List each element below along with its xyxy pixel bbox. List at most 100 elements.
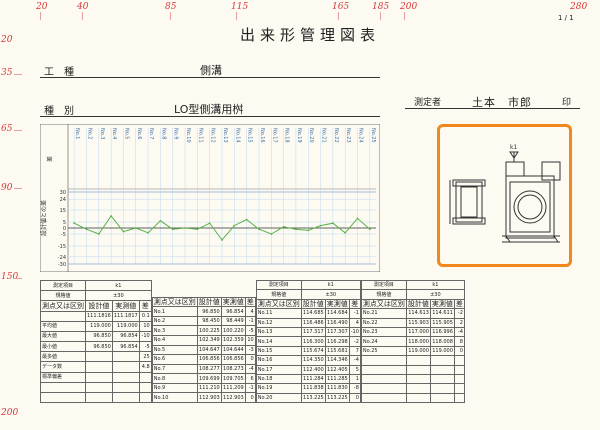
chart-category-label: No.2 — [86, 128, 92, 139]
chart-point — [344, 231, 347, 234]
main-section-drawing — [502, 151, 561, 243]
chart-category-label: No.8 — [160, 128, 166, 139]
measured-value-cell: 108.273 — [220, 363, 246, 375]
table-row: No.19 111.838 111.830 -8 — [255, 383, 361, 394]
table-row: 測点又は区別 設計値 実測値差 — [360, 298, 465, 310]
difference-cell: -8 — [348, 383, 361, 394]
table-row — [360, 392, 465, 404]
design-value-cell — [405, 383, 431, 394]
summary-label-cell: データ数 — [40, 361, 86, 373]
measured-value-cell — [429, 392, 455, 404]
table-row: No.7 108.277 108.273 -4 — [151, 363, 256, 375]
summary-label-cell: 最多値 — [40, 351, 86, 363]
seal-mark: 印 — [562, 98, 572, 108]
chart-point — [159, 219, 162, 222]
measured-value-cell: 114.684 — [324, 308, 350, 319]
summary-value-cell — [138, 381, 152, 393]
station-cell: No.18 — [255, 373, 302, 385]
document-title: 出来形管理図表 — [240, 26, 381, 44]
measured-value-cell: 116.996 — [429, 326, 455, 338]
chart-point — [73, 222, 76, 225]
difference-cell: 8 — [453, 336, 465, 347]
measured-value-cell: 100.220 — [220, 325, 246, 337]
page-number: 1 / 1 — [558, 14, 574, 22]
station-cell: No.2 — [151, 315, 198, 327]
measured-value-cell: 114.611 — [429, 308, 455, 319]
work-label: 工 種 — [44, 67, 74, 78]
summary-value-cell — [85, 351, 113, 363]
table-header: 測点又は区別 — [151, 296, 198, 308]
table-row: 規格値 ±30 — [255, 289, 361, 300]
measurement-table-block: 測定項目 k1 規格値 ±30 測点又は区別 設計値 実測値差 111.1816 111.181… — [40, 279, 256, 404]
table-row — [360, 373, 465, 385]
chart-tick-label: -5 — [61, 232, 66, 238]
table-row: 111.1816 111.1817 0.1 — [40, 310, 152, 322]
ruler-top-1: 20 — [36, 2, 48, 12]
table-row — [360, 355, 465, 366]
summary-label-cell — [40, 310, 86, 322]
station-cell: No.5 — [151, 344, 198, 356]
table-header: 設計値 — [85, 300, 113, 312]
table-row: 測定項目 k1 — [255, 279, 361, 291]
table-row: 測点又は区別 設計値 実測値差 — [40, 300, 152, 312]
summary-value-cell: -5 — [138, 341, 152, 353]
table-header: 測点又は区別 — [255, 298, 302, 310]
diagram-label: k1 — [510, 144, 517, 151]
station-cell: No.13 — [255, 326, 302, 338]
design-value-cell: 117.000 — [405, 326, 431, 338]
design-value-cell: 108.277 — [196, 363, 222, 375]
measured-value-cell: 111.209 — [220, 382, 246, 394]
table-row: 最大値 96.850 96.854 -10 — [40, 330, 152, 343]
station-cell: No.19 — [255, 383, 302, 394]
table-header: 測点又は区別 — [360, 298, 407, 310]
table-row: 標準偏差 — [40, 371, 152, 383]
table-header: 実測値 — [429, 298, 455, 310]
table-standard-label: 規格値 — [360, 289, 407, 300]
difference-cell — [453, 392, 465, 404]
difference-cell: -4 — [348, 355, 361, 366]
type-label: 種 別 — [44, 106, 74, 117]
ruler-top-4: 115 — [231, 2, 249, 12]
table-row: 規格値 ±30 — [360, 289, 465, 300]
summary-value-cell — [85, 361, 113, 373]
chart-point — [184, 227, 186, 229]
difference-cell: 2 — [453, 317, 465, 328]
station-cell: No.3 — [151, 325, 198, 337]
ruler-left-2: 35 — [1, 68, 13, 78]
summary-value-cell — [85, 381, 113, 393]
table-row: No.25 119.000 119.000 0 — [360, 345, 465, 357]
station-cell: No.4 — [151, 335, 198, 346]
chart-category-label: No.23 — [345, 128, 351, 143]
summary-value-cell: 0.1 — [138, 310, 152, 322]
chart-category-label: No.19 — [296, 128, 302, 143]
summary-label-cell: 最大値 — [40, 330, 86, 343]
table-row: 測定項目 k1 — [360, 279, 465, 291]
ruler-left-1: 20 — [1, 35, 13, 45]
ruler-left-3: 65 — [1, 124, 13, 134]
summary-value-cell — [85, 371, 113, 383]
measured-value-cell: 119.000 — [429, 345, 455, 357]
difference-cell: 0 — [348, 392, 361, 404]
table-row: No.22 115.903 115.905 2 — [360, 317, 465, 328]
design-value-cell: 119.000 — [405, 345, 431, 357]
station-cell: No.10 — [151, 392, 198, 404]
table-standard-value: ±30 — [85, 290, 152, 302]
summary-value-cell — [111, 371, 140, 383]
difference-cell: 4 — [348, 317, 361, 328]
table-header: 差 — [244, 296, 256, 308]
measured-value-cell: 96.854 — [220, 306, 246, 317]
measured-value-cell: 111.830 — [324, 383, 350, 394]
summary-value-cell — [138, 371, 152, 383]
table-row: 最小値 96.850 96.854 -5 — [40, 341, 152, 353]
difference-cell: -4 — [244, 363, 256, 375]
table-row: No.10 112.903 112.903 0 — [151, 392, 256, 404]
ruler-top-5: 165 — [332, 2, 350, 12]
difference-cell: -2 — [348, 336, 361, 347]
design-value-cell: 112.903 — [196, 392, 222, 404]
table-header: 実測値 — [324, 298, 350, 310]
chart-category-label: No.11 — [197, 128, 203, 143]
chart-category-label: No.3 — [99, 128, 105, 139]
chart-category-label: No.21 — [321, 128, 327, 143]
measurement-table-block: 測定項目 k1 規格値 ±30 測点又は区別 設計値 実測値差 No.21 114.613 114… — [360, 279, 465, 404]
type-value: LO型側溝用桝 — [174, 103, 244, 116]
